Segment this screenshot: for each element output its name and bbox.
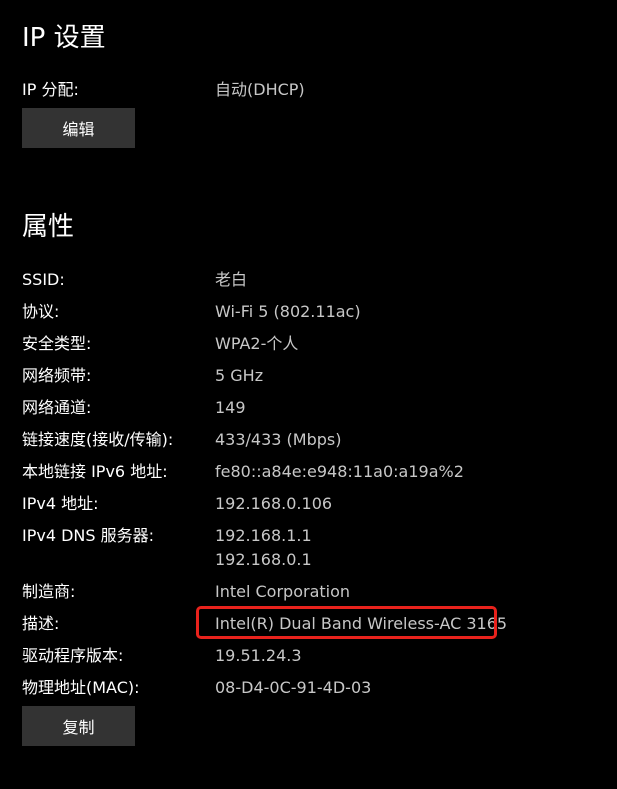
ipv6-address-label: 本地链接 IPv6 地址: <box>22 462 168 481</box>
manufacturer-label: 制造商: <box>22 582 76 601</box>
properties-heading: 属性 <box>22 212 75 242</box>
ipv4-dns-values: 192.168.1.1 192.168.0.1 <box>215 526 312 574</box>
security-type-value: WPA2-个人 <box>215 334 299 353</box>
link-speed-value: 433/433 (Mbps) <box>215 430 342 449</box>
manufacturer-value: Intel Corporation <box>215 582 351 601</box>
ip-assignment-value: 自动(DHCP) <box>215 80 305 99</box>
ipv6-address-value: fe80::a84e:e948:11a0:a19a%2 <box>215 462 464 481</box>
ip-assignment-label: IP 分配: <box>22 80 79 99</box>
ipv4-address-value: 192.168.0.106 <box>215 494 333 513</box>
protocol-value: Wi-Fi 5 (802.11ac) <box>215 302 361 321</box>
driver-version-value: 19.51.24.3 <box>215 646 302 665</box>
ip-settings-heading: IP 设置 <box>22 23 106 53</box>
network-band-label: 网络频带: <box>22 366 92 385</box>
ipv4-dns-secondary: 192.168.0.1 <box>215 550 312 569</box>
security-type-label: 安全类型: <box>22 334 92 353</box>
network-band-value: 5 GHz <box>215 366 264 385</box>
ipv4-address-label: IPv4 地址: <box>22 494 99 513</box>
mac-address-label: 物理地址(MAC): <box>22 678 140 697</box>
ipv4-dns-label: IPv4 DNS 服务器: <box>22 526 155 545</box>
ssid-label: SSID: <box>22 270 65 289</box>
protocol-label: 协议: <box>22 302 60 321</box>
ssid-value: 老白 <box>215 270 248 289</box>
ipv4-dns-primary: 192.168.1.1 <box>215 526 312 545</box>
network-channel-label: 网络通道: <box>22 398 92 417</box>
mac-address-value: 08-D4-0C-91-4D-03 <box>215 678 372 697</box>
edit-button[interactable]: 编辑 <box>22 108 135 148</box>
driver-version-label: 驱动程序版本: <box>22 646 124 665</box>
description-value: Intel(R) Dual Band Wireless-AC 3165 <box>215 614 508 633</box>
link-speed-label: 链接速度(接收/传输): <box>22 430 174 449</box>
description-label: 描述: <box>22 614 60 633</box>
network-channel-value: 149 <box>215 398 246 417</box>
copy-button[interactable]: 复制 <box>22 706 135 746</box>
